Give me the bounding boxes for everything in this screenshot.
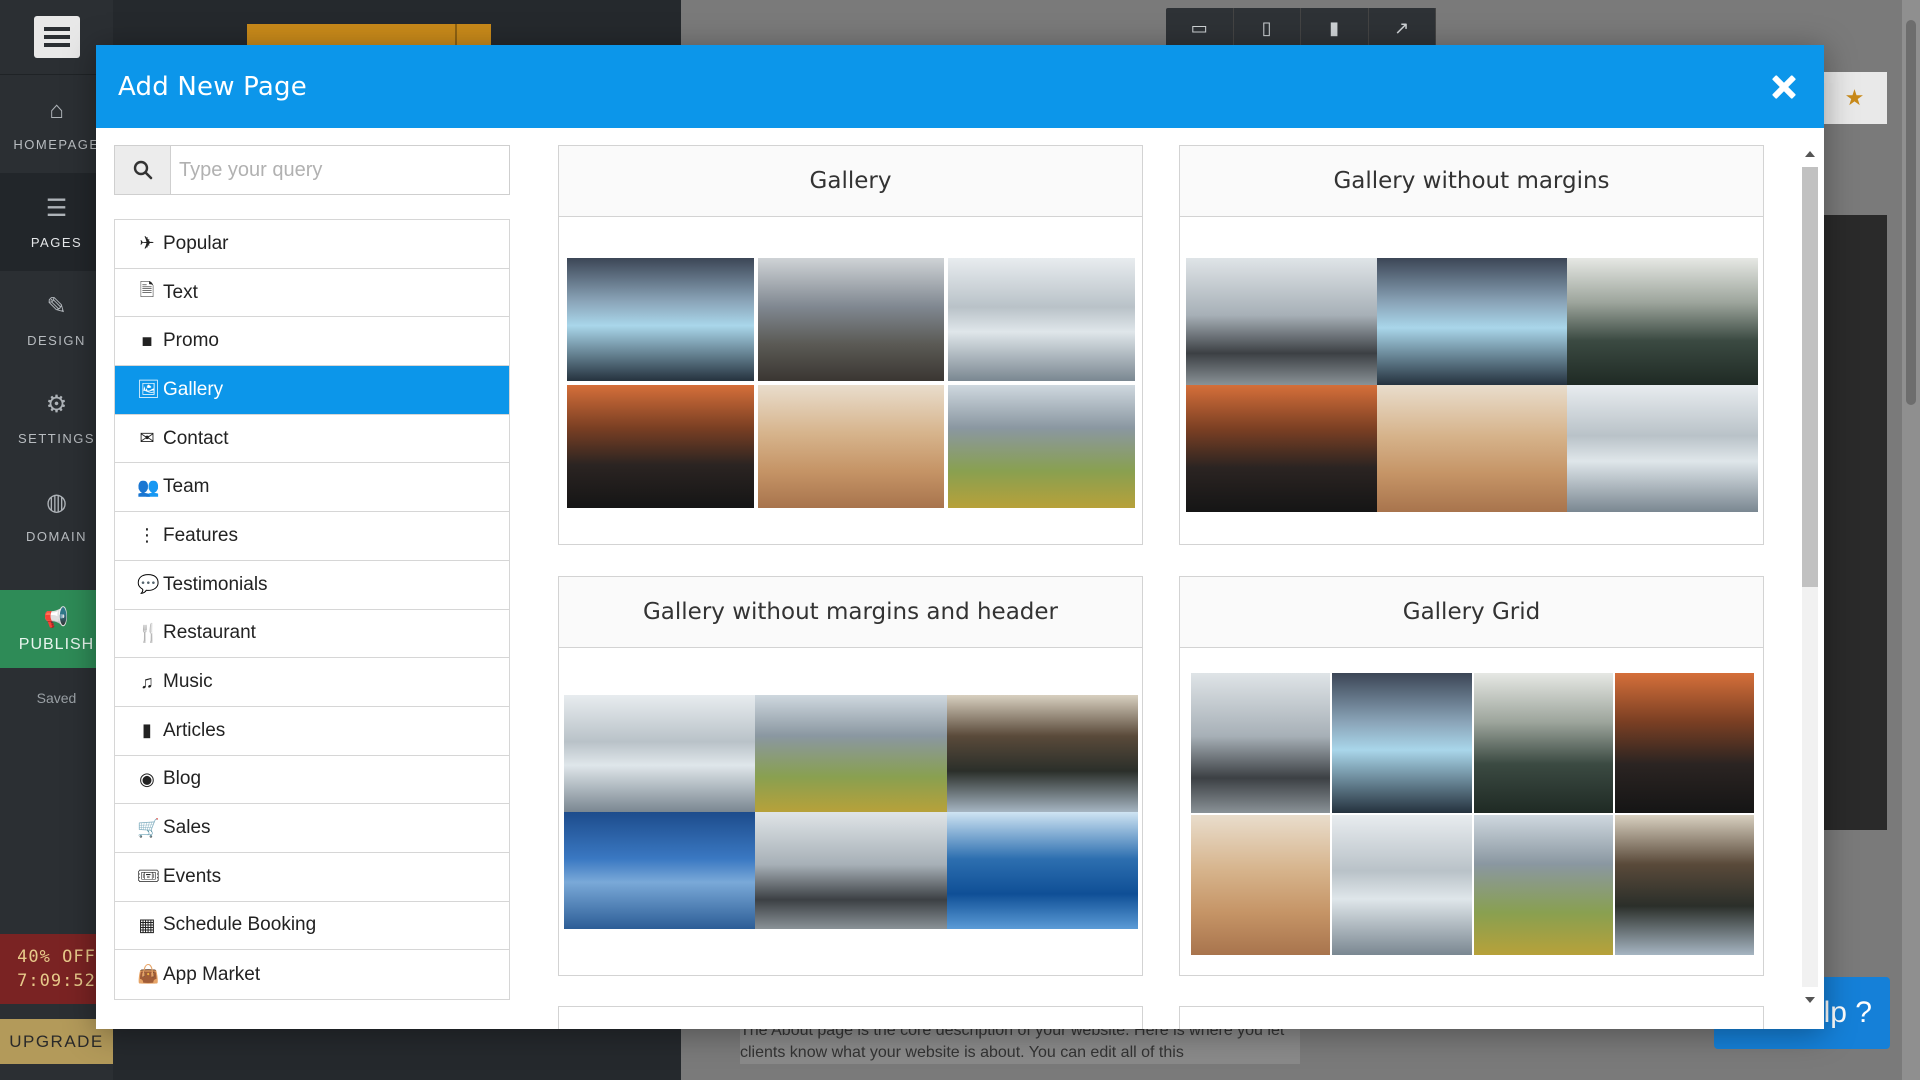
category-item-contact[interactable]: ✉ Contact	[115, 415, 509, 464]
external-link-icon[interactable]: ↗	[1369, 8, 1436, 48]
document-icon: 🗎	[139, 279, 155, 300]
category-item-features[interactable]: ⋮ Features	[115, 512, 509, 561]
home-icon: ⌂	[49, 96, 64, 124]
modal-title: Add New Page	[118, 71, 307, 102]
template-card-gallery-without-margins[interactable]: Gallery without margins	[1179, 145, 1764, 545]
category-list: ✈ Popular 🗎 Text ■ Promo 🖼 Gallery ✉ Contact 👥 Team…	[114, 219, 510, 1000]
category-item-testimonials[interactable]: 💬 Testimonials	[115, 561, 509, 610]
favorite-star-icon[interactable]: ★	[1822, 72, 1887, 124]
category-label: Contact	[163, 427, 229, 449]
template-preview	[1191, 673, 1754, 955]
template-card-partial[interactable]	[558, 1006, 1143, 1029]
envelope-icon: ✉	[139, 428, 155, 449]
file-icon: ▮	[142, 720, 152, 741]
category-label: Gallery	[163, 378, 224, 400]
category-item-text[interactable]: 🗎 Text	[115, 269, 509, 318]
comments-icon: 💬	[137, 574, 160, 595]
template-title: Gallery without margins and header	[559, 577, 1142, 648]
category-item-gallery[interactable]: 🖼 Gallery	[115, 366, 509, 415]
category-item-restaurant[interactable]: 🍴 Restaurant	[115, 610, 509, 659]
page-scrollbar[interactable]	[1902, 0, 1920, 1080]
category-label: Promo	[163, 330, 219, 352]
template-card-gallery-grid[interactable]: Gallery Grid	[1179, 576, 1764, 976]
close-icon[interactable]	[1766, 69, 1802, 105]
category-label: Popular	[163, 232, 229, 254]
template-title: Gallery	[559, 146, 1142, 217]
tablet-icon[interactable]: ▯	[1234, 8, 1301, 48]
category-label: Events	[163, 865, 222, 887]
category-label: Articles	[163, 719, 226, 741]
category-item-articles[interactable]: ▮ Articles	[115, 707, 509, 756]
search-button[interactable]	[115, 146, 171, 194]
category-label: Testimonials	[163, 573, 268, 595]
modal-header: Add New Page	[96, 45, 1824, 128]
category-label: Sales	[163, 817, 211, 839]
category-item-popular[interactable]: ✈ Popular	[115, 220, 509, 269]
globe-icon: ◍	[46, 489, 67, 516]
category-label: Text	[163, 281, 198, 303]
shopping-bag-icon: 👜	[137, 964, 160, 985]
template-preview	[567, 258, 1135, 508]
category-label: Blog	[163, 768, 202, 790]
category-item-sales[interactable]: 🛒 Sales	[115, 804, 509, 853]
users-icon: 👥	[137, 476, 160, 497]
ticket-icon: 🎟	[137, 866, 160, 887]
template-card-gallery-without-margins-and-header[interactable]: Gallery without margins and header	[558, 576, 1143, 976]
device-switcher: ▭ ▯ ▮ ↗	[1166, 8, 1436, 48]
template-grid: Gallery Gallery without margins Gallery …	[558, 145, 1824, 1029]
template-card-partial[interactable]	[1179, 1006, 1764, 1029]
template-title: Gallery Grid	[1180, 577, 1763, 648]
search-icon	[133, 160, 152, 180]
category-label: Team	[163, 476, 210, 498]
square-icon: ■	[141, 330, 153, 351]
rss-icon: ◉	[139, 768, 155, 789]
category-label: App Market	[163, 963, 261, 985]
gear-icon: ⚙	[45, 391, 68, 418]
pages-icon: ☰	[45, 195, 68, 222]
megaphone-icon: 📢	[43, 606, 70, 629]
ellipsis-vertical-icon: ⋮	[138, 525, 156, 546]
cart-icon: 🛒	[137, 817, 160, 838]
category-item-schedule-booking[interactable]: ▦ Schedule Booking	[115, 902, 509, 951]
category-label: Features	[163, 524, 238, 546]
calendar-icon: ▦	[138, 914, 156, 935]
add-new-page-modal: Add New Page ✈Popular🗎Text■Promo🖼Gallery…	[96, 45, 1824, 1029]
template-preview	[564, 695, 1138, 929]
music-icon: ♫	[140, 671, 154, 692]
category-item-blog[interactable]: ◉ Blog	[115, 756, 509, 805]
category-label: Music	[163, 671, 213, 693]
category-item-app-market[interactable]: 👜 App Market	[115, 950, 509, 999]
category-item-promo[interactable]: ■ Promo	[115, 317, 509, 367]
category-sidebar: ✈ Popular 🗎 Text ■ Promo 🖼Gallery ✉ Contact 👥Team…	[114, 145, 510, 1000]
modal-body: ✈Popular🗎Text■Promo🖼Gallery✉Contact👥Team…	[96, 128, 1824, 1029]
template-title: Gallery without margins	[1180, 146, 1763, 217]
brush-icon: ✎	[46, 293, 67, 320]
site-dark-panel	[1822, 215, 1887, 830]
category-item-team[interactable]: 👥 Team	[115, 463, 509, 513]
desktop-icon[interactable]: ▭	[1166, 8, 1234, 48]
image-icon: 🖼	[137, 379, 160, 400]
category-item-events[interactable]: 🎟 Events	[115, 853, 509, 902]
search-box	[114, 145, 510, 195]
template-preview	[1186, 258, 1758, 512]
template-scrollbar[interactable]	[1800, 145, 1820, 1005]
category-label: Schedule Booking	[163, 914, 317, 936]
mobile-icon[interactable]: ▮	[1301, 8, 1369, 48]
search-input[interactable]	[171, 146, 509, 194]
template-card-gallery[interactable]: Gallery	[558, 145, 1143, 545]
category-item-music[interactable]: ♫ Music	[115, 658, 509, 707]
rocket-icon: ✈	[139, 233, 155, 254]
category-label: Restaurant	[163, 622, 256, 644]
cutlery-icon: 🍴	[137, 622, 160, 643]
